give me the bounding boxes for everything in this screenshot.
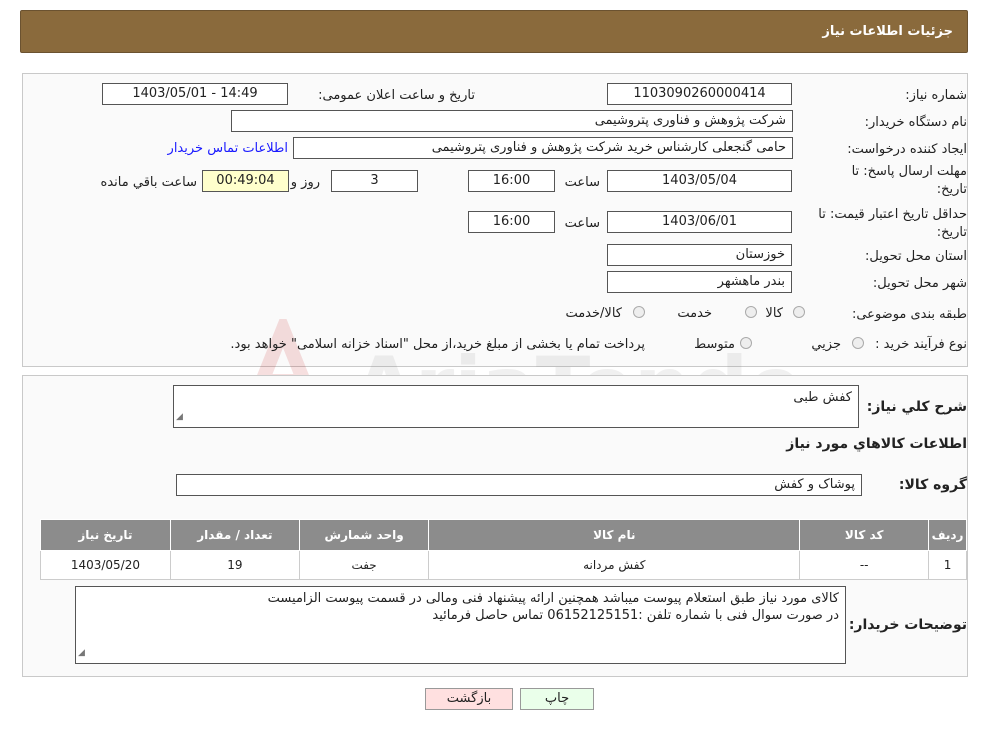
need-number-field: 1103090260000414 <box>607 83 792 105</box>
category-option-goods: کالا <box>765 306 783 321</box>
buyer-org-field: شرکت پژوهش و فناوری پتروشیمی <box>231 110 793 132</box>
group-field: پوشاک و کفش <box>176 474 862 496</box>
category-radio-goods-service[interactable] <box>633 306 645 318</box>
deadline-time-label: ساعت <box>564 175 600 190</box>
table-row: 1 -- کفش مردانه جفت 19 1403/05/20 <box>40 550 967 580</box>
cell-quantity: 19 <box>169 550 300 580</box>
col-header-item-name: نام کالا <box>428 519 801 551</box>
buyer-contact-link[interactable]: اطلاعات تماس خریدار <box>168 141 288 156</box>
group-label: گروه کالا: <box>898 477 967 493</box>
buyer-notes-line-1: کالای مورد نیاز طبق استعلام پیوست میباشد… <box>267 591 839 606</box>
resize-grip-icon[interactable]: ◢ <box>78 645 85 662</box>
process-radio-minor[interactable] <box>852 337 864 349</box>
deadline-label: مهلت ارسال پاسخ: تا <box>851 164 967 179</box>
col-header-need-date: تاریخ نیاز <box>40 519 171 551</box>
province-label: استان محل تحویل: <box>865 249 967 264</box>
announce-field: 1403/05/01 - 14:49 <box>102 83 288 105</box>
validity-date-field: 1403/06/01 <box>607 211 792 233</box>
deadline-time-field: 16:00 <box>468 170 555 192</box>
col-header-unit: واحد شمارش <box>298 519 430 551</box>
print-button[interactable]: چاپ <box>520 688 594 710</box>
process-label: نوع فرآیند خرید : <box>875 337 967 352</box>
process-note: پرداخت تمام یا بخشی از مبلغ خرید،از محل … <box>230 337 645 352</box>
cell-item-name: کفش مردانه <box>428 550 801 580</box>
cell-item-code: -- <box>799 550 930 580</box>
cell-unit: جفت <box>298 550 430 580</box>
category-option-service: خدمت <box>677 306 712 321</box>
col-header-quantity: تعداد / مقدار <box>169 519 300 551</box>
buyer-notes-line-2: در صورت سوال فنی با شماره تلفن :06152125… <box>432 608 839 623</box>
page-header: جزئیات اطلاعات نیاز <box>20 10 968 53</box>
validity-date-label: تاریخ: <box>936 225 967 240</box>
validity-label: حداقل تاریخ اعتبار قیمت: تا <box>818 207 967 222</box>
buyer-notes-field: کالای مورد نیاز طبق استعلام پیوست میباشد… <box>75 586 846 664</box>
province-field: خوزستان <box>607 244 792 266</box>
remaining-time-label: ساعت باقي مانده <box>100 175 197 190</box>
days-label: روز و <box>290 175 320 190</box>
process-option-medium: متوسط <box>694 337 735 352</box>
table-header-row: رديف کد کالا نام کالا واحد شمارش تعداد /… <box>40 519 967 551</box>
city-field: بندر ماهشهر <box>607 271 792 293</box>
back-button[interactable]: بازگشت <box>425 688 513 710</box>
process-option-minor: جزيي <box>811 337 841 352</box>
announce-label: تاریخ و ساعت اعلان عمومی: <box>318 88 475 103</box>
col-header-row-number: رديف <box>928 519 967 551</box>
desc-value: کفش طبی <box>793 390 852 405</box>
page-title: جزئیات اطلاعات نیاز <box>822 24 953 39</box>
col-header-item-code: کد کالا <box>799 519 930 551</box>
validity-time-field: 16:00 <box>468 211 555 233</box>
goods-heading: اطلاعات کالاهاي مورد نياز <box>786 436 967 452</box>
requester-label: ایجاد کننده درخواست: <box>847 142 967 157</box>
items-table: رديف کد کالا نام کالا واحد شمارش تعداد /… <box>40 519 967 580</box>
requester-field: حامی گنجعلی کارشناس خرید شرکت پژوهش و فن… <box>293 137 793 159</box>
buyer-notes-label: توضیحات خریدار: <box>848 617 967 633</box>
category-radio-goods[interactable] <box>793 306 805 318</box>
resize-grip-icon[interactable]: ◢ <box>176 409 183 426</box>
cell-row-number: 1 <box>928 550 967 580</box>
need-number-label: شماره نیاز: <box>905 88 967 103</box>
desc-field: کفش طبی ◢ <box>173 385 859 428</box>
days-field: 3 <box>331 170 418 192</box>
deadline-date-field: 1403/05/04 <box>607 170 792 192</box>
buyer-org-label: نام دستگاه خریدار: <box>864 115 967 130</box>
cell-need-date: 1403/05/20 <box>40 550 171 580</box>
category-option-goods-service: کالا/خدمت <box>565 306 622 321</box>
deadline-date-label: تاریخ: <box>936 182 967 197</box>
category-label: طبقه بندی موضوعی: <box>851 307 967 322</box>
category-radio-service[interactable] <box>745 306 757 318</box>
city-label: شهر محل تحویل: <box>872 276 967 291</box>
process-radio-medium[interactable] <box>740 337 752 349</box>
remaining-time-field: 00:49:04 <box>202 170 289 192</box>
desc-label: شرح کلي نياز: <box>866 399 967 415</box>
validity-time-label: ساعت <box>564 216 600 231</box>
